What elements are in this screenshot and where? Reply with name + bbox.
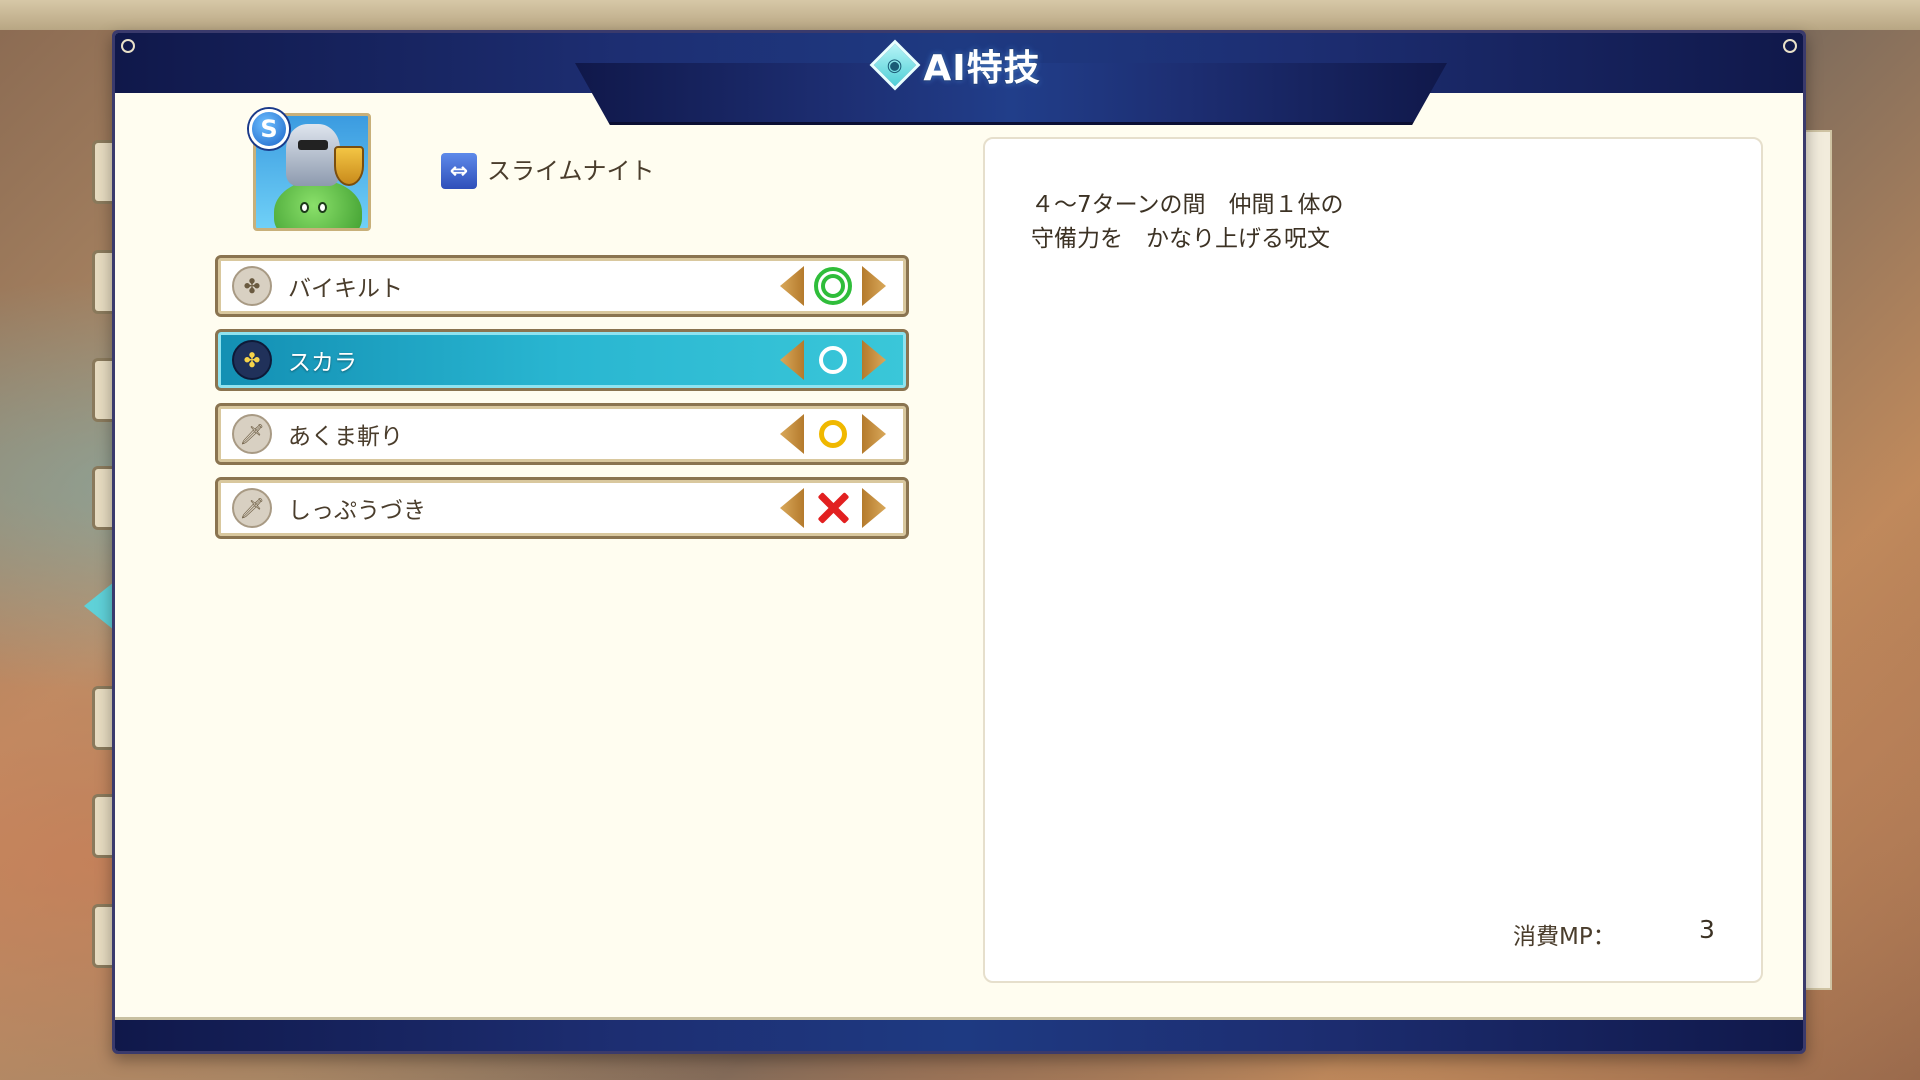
circle-icon	[819, 420, 847, 448]
mp-cost-value: 3	[1699, 915, 1715, 944]
priority-increase-arrow-icon[interactable]	[862, 266, 886, 306]
background-tab	[92, 904, 114, 968]
cross-icon	[816, 491, 850, 525]
background-sheet	[1806, 130, 1832, 990]
skill-label: しっぷうづき	[288, 498, 426, 524]
priority-mark	[808, 486, 858, 530]
footer-bar	[115, 1017, 1803, 1051]
mp-cost-label: 消費MP：	[1513, 924, 1616, 950]
priority-mark	[808, 338, 858, 382]
background-tab	[92, 686, 114, 750]
slime-emblem-icon: ◉	[869, 39, 921, 91]
spell-icon: ✤	[232, 266, 272, 306]
skill-row[interactable]: 🗡 あくま斬り	[215, 403, 909, 465]
page-title: AI特技	[923, 48, 1041, 89]
skill-row-selected[interactable]: ✤ スカラ	[215, 329, 909, 391]
background-tab	[92, 250, 114, 314]
spell-icon: ✤	[232, 340, 272, 380]
circle-icon	[819, 346, 847, 374]
rank-badge: S	[249, 109, 289, 149]
priority-increase-arrow-icon[interactable]	[862, 488, 886, 528]
priority-decrease-arrow-icon[interactable]	[780, 414, 804, 454]
priority-mark	[808, 264, 858, 308]
skill-label: スカラ	[288, 350, 357, 376]
swap-arrows-icon: ⇔	[441, 153, 477, 189]
skill-row[interactable]: 🗡 しっぷうづき	[215, 477, 909, 539]
double-circle-icon	[814, 267, 852, 305]
ai-skill-panel: ◉ AI特技 S ⇔ スライムナイト ✤ バイキルト ✤ スカラ 🗡 あくま斬り…	[112, 30, 1806, 1054]
corner-ornament	[121, 39, 135, 53]
skill-list: ✤ バイキルト ✤ スカラ 🗡 あくま斬り 🗡 しっぷうづき	[215, 255, 909, 551]
priority-decrease-arrow-icon[interactable]	[780, 266, 804, 306]
background-tab	[92, 358, 114, 422]
knight-image	[286, 124, 340, 186]
sword-icon: 🗡	[232, 488, 272, 528]
background-tab	[92, 140, 114, 204]
slime-mount-image	[274, 180, 362, 228]
priority-increase-arrow-icon[interactable]	[862, 414, 886, 454]
skill-label: あくま斬り	[288, 424, 403, 450]
description-line: 守備力を かなり上げる呪文	[1031, 226, 1330, 252]
background-tab	[92, 794, 114, 858]
background-top-bar	[0, 0, 1920, 30]
corner-ornament	[1783, 39, 1797, 53]
monster-name: スライムナイト	[487, 157, 655, 185]
priority-decrease-arrow-icon[interactable]	[780, 340, 804, 380]
shield-image	[334, 146, 364, 186]
skill-label: バイキルト	[288, 276, 403, 302]
sword-icon: 🗡	[232, 414, 272, 454]
priority-mark	[808, 412, 858, 456]
description-panel: ４～7ターンの間 仲間１体の 守備力を かなり上げる呪文 消費MP： 3	[983, 137, 1763, 983]
description-line: ４～7ターンの間 仲間１体の	[1031, 192, 1344, 218]
background-tab	[92, 466, 114, 530]
priority-increase-arrow-icon[interactable]	[862, 340, 886, 380]
title-area: ◉ AI特技	[115, 37, 1803, 93]
priority-decrease-arrow-icon[interactable]	[780, 488, 804, 528]
skill-row[interactable]: ✤ バイキルト	[215, 255, 909, 317]
